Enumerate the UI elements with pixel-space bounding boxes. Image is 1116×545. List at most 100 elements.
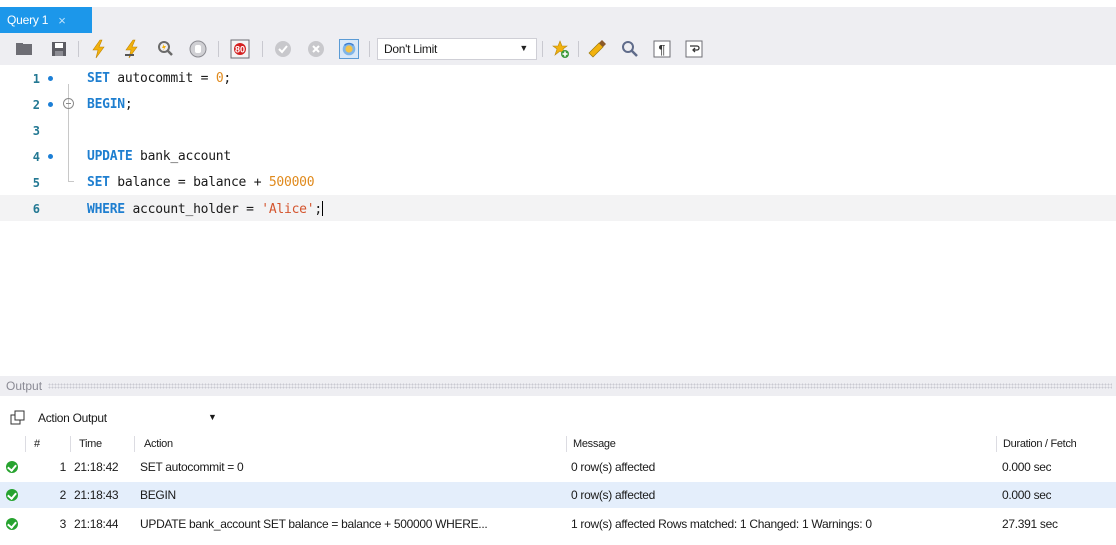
execute-icon[interactable] xyxy=(89,39,109,59)
row-time: 21:18:44 xyxy=(74,517,119,531)
query-toolbar: 80 Don't Limit ▼ ¶ xyxy=(0,33,1116,65)
table-row[interactable]: 3 21:18:44 UPDATE bank_account SET balan… xyxy=(0,511,1116,537)
editor-line[interactable]: 5 SET balance = balance + 500000 xyxy=(0,169,1116,195)
line-number: 3 xyxy=(32,124,40,138)
tab-strip: Query 1 × xyxy=(0,0,1116,33)
sql-text: balance = balance + xyxy=(109,175,269,190)
column-divider xyxy=(566,436,567,452)
line-number: 6 xyxy=(32,202,40,216)
column-header-message[interactable]: Message xyxy=(573,438,616,450)
editor-line[interactable]: 6 WHERE account_holder = 'Alice'; xyxy=(0,195,1116,221)
column-header-time[interactable]: Time xyxy=(79,438,102,450)
row-duration: 0.000 sec xyxy=(1002,488,1052,502)
sql-editor[interactable]: 1 SET autocommit = 0; 2 BEGIN; 3 4 UPDATE bank… xyxy=(0,65,1116,365)
output-type-select[interactable]: Action Output ▼ xyxy=(38,408,223,428)
toolbar-separator xyxy=(262,41,263,57)
wrap-lines-icon[interactable] xyxy=(684,39,704,59)
row-message: 1 row(s) affected Rows matched: 1 Change… xyxy=(571,517,872,531)
table-row[interactable]: 1 21:18:42 SET autocommit = 0 0 row(s) a… xyxy=(0,454,1116,480)
find-icon[interactable] xyxy=(620,39,640,59)
output-controls: Action Output ▼ xyxy=(0,406,1116,430)
tab-close-icon[interactable]: × xyxy=(58,14,66,27)
code-text: BEGIN; xyxy=(87,97,133,112)
sql-string: 'Alice' xyxy=(261,202,315,217)
column-divider xyxy=(25,436,26,452)
code-text: UPDATE bank_account xyxy=(87,149,231,164)
row-duration: 0.000 sec xyxy=(1002,460,1052,474)
sql-text: bank_account xyxy=(132,149,231,164)
tab-query-1[interactable]: Query 1 × xyxy=(0,7,92,33)
toolbar-separator xyxy=(218,41,219,57)
panel-resize-grip[interactable] xyxy=(48,383,1112,389)
output-panel-title: Output xyxy=(6,379,43,393)
sql-keyword: BEGIN xyxy=(87,97,125,112)
column-divider xyxy=(996,436,997,452)
statement-marker-icon xyxy=(48,102,53,107)
line-number: 4 xyxy=(32,150,40,164)
commit-icon[interactable] xyxy=(273,39,293,59)
output-type-value: Action Output xyxy=(38,411,107,425)
row-number: 3 xyxy=(59,517,66,531)
row-duration: 27.391 sec xyxy=(1002,517,1058,531)
beautify-icon[interactable] xyxy=(587,39,607,59)
toolbar-separator xyxy=(578,41,579,57)
add-snippet-icon[interactable] xyxy=(550,39,570,59)
svg-text:¶: ¶ xyxy=(659,42,666,57)
editor-line[interactable]: 4 UPDATE bank_account xyxy=(0,143,1116,169)
success-check-icon xyxy=(6,489,18,501)
column-header-action[interactable]: Action xyxy=(144,438,173,450)
svg-text:80: 80 xyxy=(235,45,245,55)
code-text: SET balance = balance + 500000 xyxy=(87,175,315,190)
toolbar-separator xyxy=(78,41,79,57)
editor-line[interactable]: 2 BEGIN; xyxy=(0,91,1116,117)
text-cursor xyxy=(321,201,323,216)
rollback-icon[interactable] xyxy=(306,39,326,59)
fold-collapse-icon[interactable] xyxy=(63,98,74,109)
stop-icon[interactable] xyxy=(188,39,208,59)
invisible-chars-icon[interactable]: ¶ xyxy=(652,39,672,59)
row-time: 21:18:42 xyxy=(74,460,119,474)
execute-current-icon[interactable] xyxy=(122,39,142,59)
autocommit-icon[interactable] xyxy=(339,39,359,59)
success-check-icon xyxy=(6,461,18,473)
column-divider xyxy=(70,436,71,452)
line-number: 1 xyxy=(32,72,40,86)
code-text: SET autocommit = 0; xyxy=(87,71,231,86)
sql-keyword: SET xyxy=(87,71,110,86)
output-panel-header: Output xyxy=(0,376,1116,396)
editor-line[interactable]: 3 xyxy=(0,117,1116,143)
table-header-row: # Time Action Message Duration / Fetch xyxy=(0,434,1116,454)
editor-line[interactable]: 1 SET autocommit = 0; xyxy=(0,65,1116,91)
limit-rows-select[interactable]: Don't Limit ▼ xyxy=(377,38,537,60)
sql-text: ; xyxy=(124,97,133,112)
column-header-duration[interactable]: Duration / Fetch xyxy=(1003,438,1076,450)
tab-label: Query 1 xyxy=(7,13,49,27)
sql-keyword: SET xyxy=(87,175,110,190)
chevron-down-icon: ▼ xyxy=(208,412,217,422)
copy-icon[interactable] xyxy=(10,410,26,426)
row-time: 21:18:43 xyxy=(74,488,119,502)
row-number: 1 xyxy=(59,460,66,474)
row-number: 2 xyxy=(59,488,66,502)
sql-text: autocommit = xyxy=(109,71,216,86)
sql-text: ; xyxy=(314,202,322,217)
line-number: 2 xyxy=(32,98,40,112)
limit-rows-value: Don't Limit xyxy=(384,42,438,56)
tab-strip-background xyxy=(92,7,1116,33)
column-header-num[interactable]: # xyxy=(34,438,40,450)
sql-keyword: UPDATE xyxy=(87,149,133,164)
code-text: WHERE account_holder = 'Alice'; xyxy=(87,201,323,217)
toolbar-separator xyxy=(542,41,543,57)
table-row[interactable]: 2 21:18:43 BEGIN 0 row(s) affected 0.000… xyxy=(0,482,1116,508)
sql-number: 500000 xyxy=(268,175,315,190)
row-action: UPDATE bank_account SET balance = balanc… xyxy=(140,517,488,531)
statement-marker-icon xyxy=(48,76,53,81)
explain-icon[interactable] xyxy=(155,39,175,59)
save-icon[interactable] xyxy=(49,39,69,59)
column-divider xyxy=(134,436,135,452)
toggle-stop-on-error-icon[interactable]: 80 xyxy=(230,39,250,59)
row-message: 0 row(s) affected xyxy=(571,488,656,502)
row-action: SET autocommit = 0 xyxy=(140,460,244,474)
open-file-icon[interactable] xyxy=(14,39,34,59)
toolbar-separator xyxy=(369,41,370,57)
